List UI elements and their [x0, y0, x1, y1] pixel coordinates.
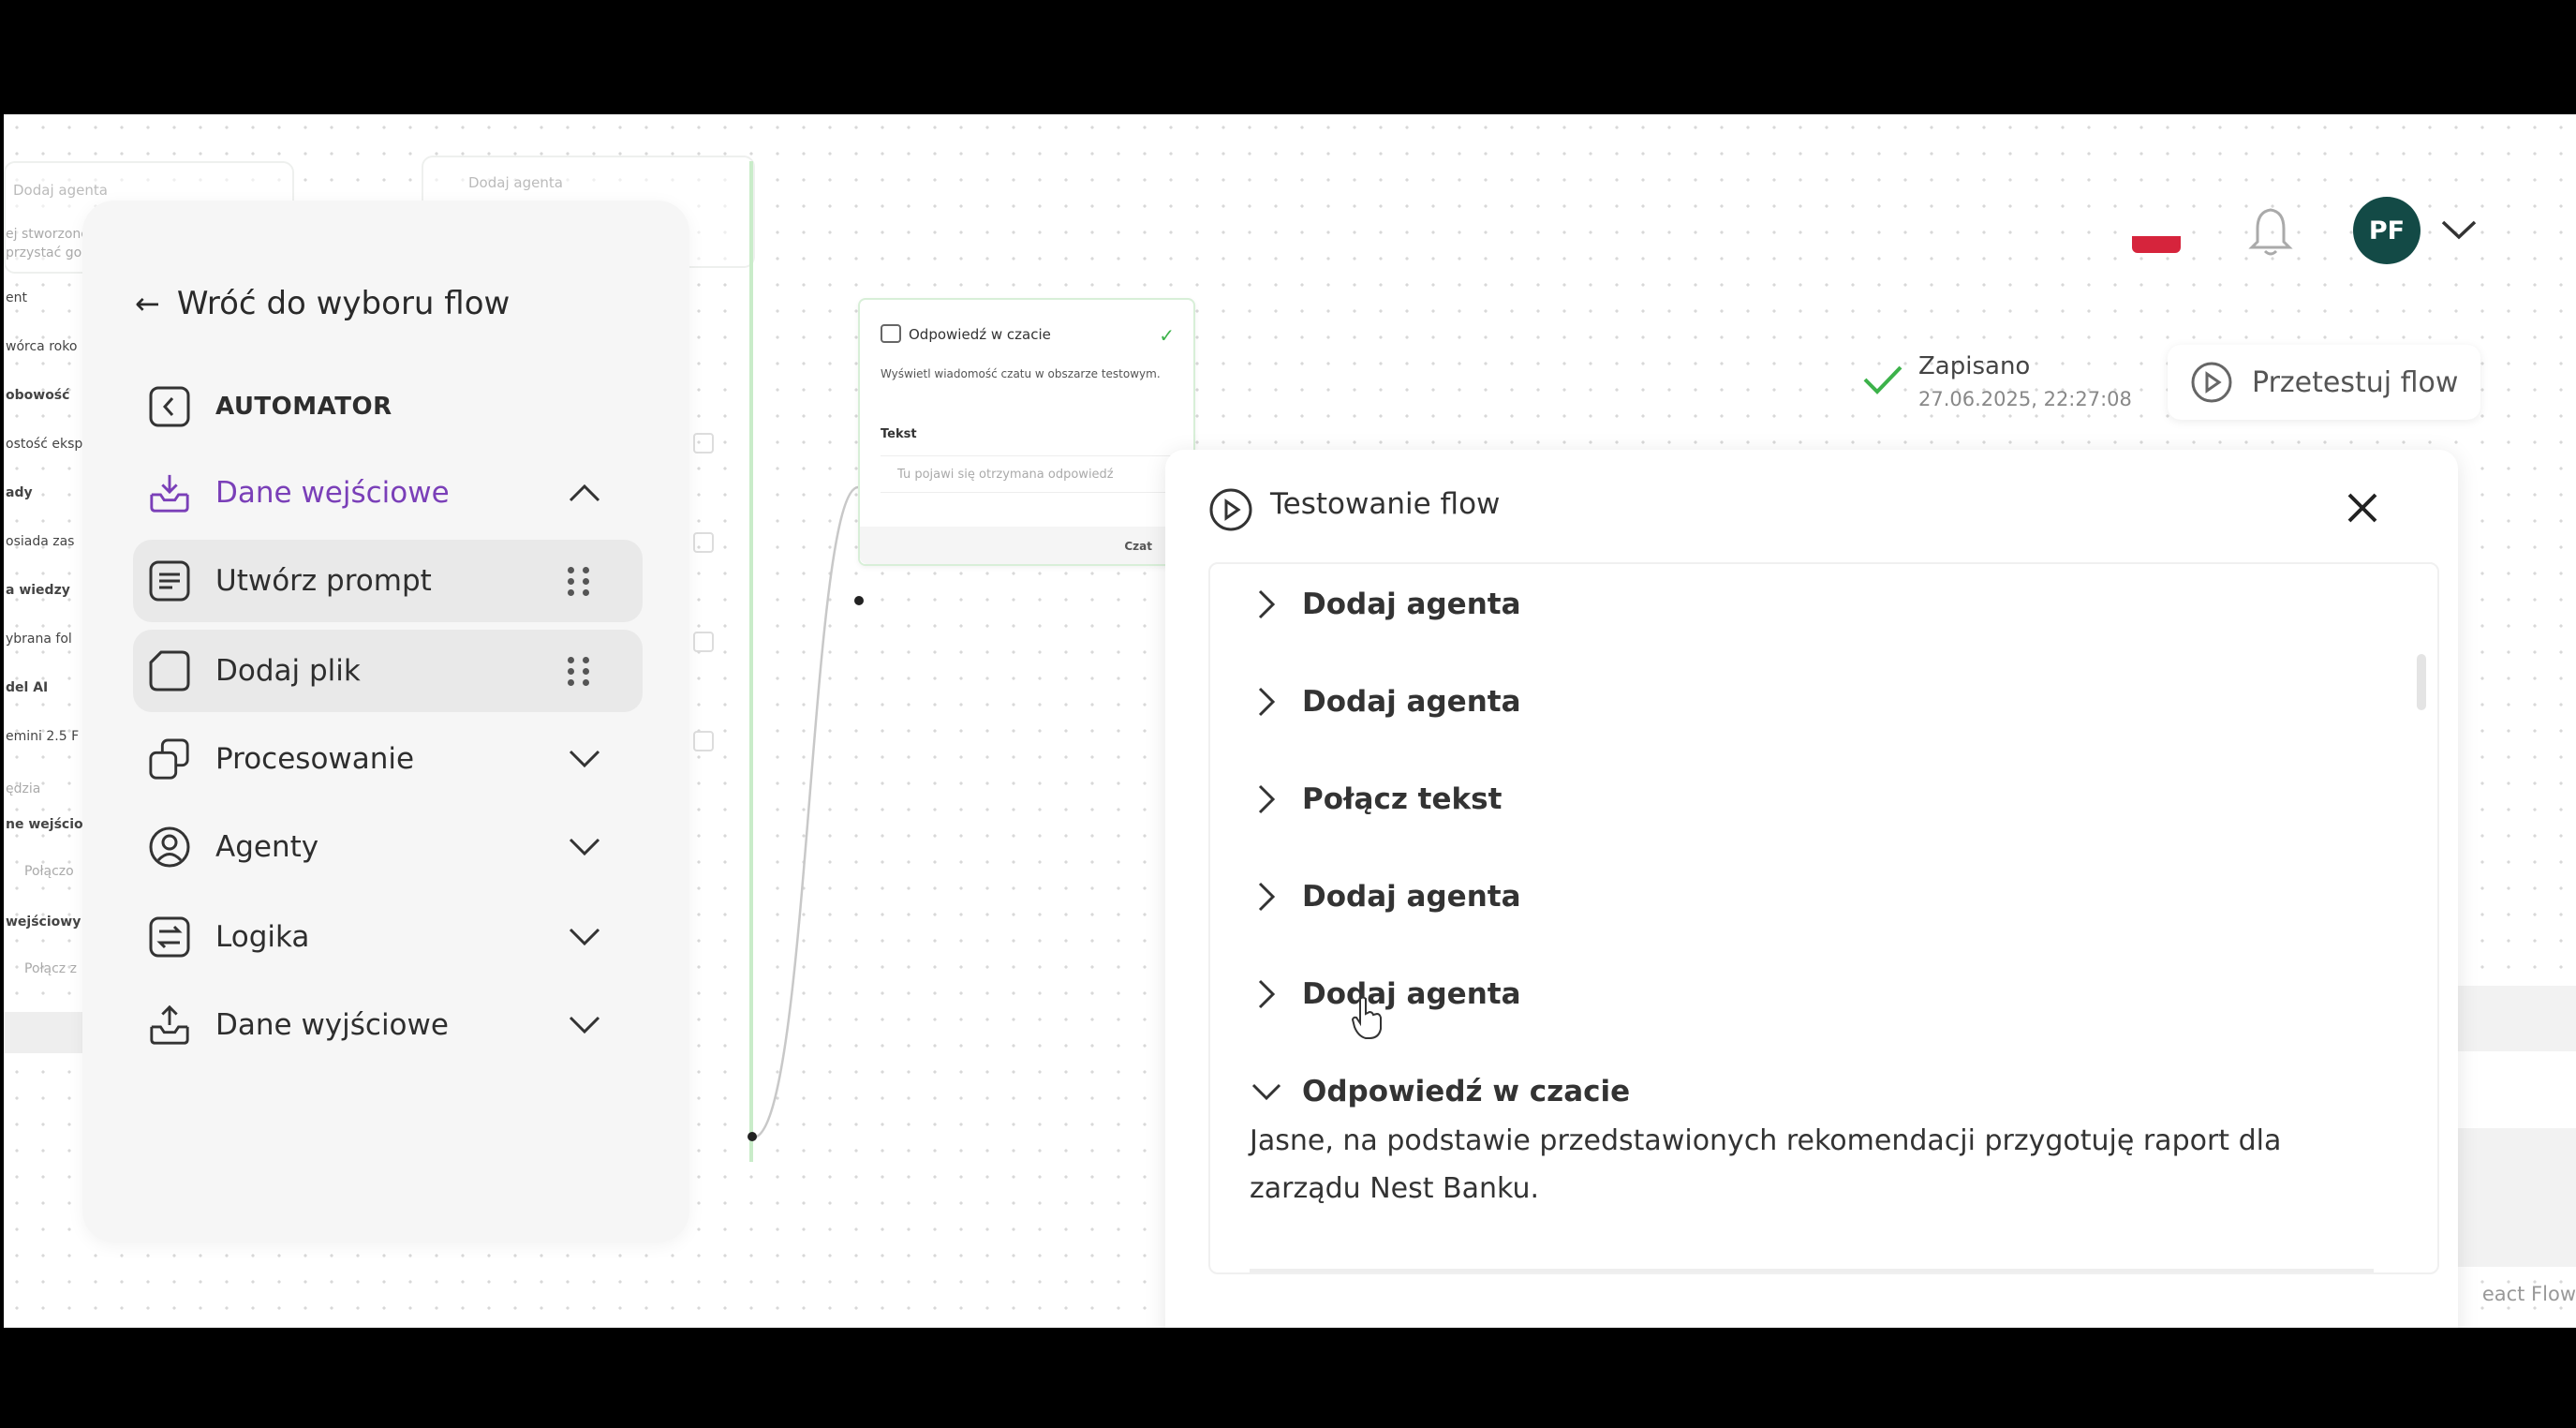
save-status-label: Zapisano	[1918, 352, 2031, 380]
node-output-field: Tu pojawi się otrzymana odpowiedź	[881, 455, 1177, 493]
step-label: Dodaj agenta	[1302, 977, 1521, 1011]
chevron-right-icon	[1248, 975, 1285, 1013]
step-label: Dodaj agenta	[1302, 685, 1521, 719]
file-icon	[148, 649, 191, 692]
divider	[1250, 1269, 2374, 1272]
play-circle-icon	[1209, 488, 1252, 531]
back-label: Wróć do wyboru flow	[176, 285, 511, 322]
play-circle-icon	[2191, 362, 2232, 403]
chevron-down-icon[interactable]	[2437, 208, 2480, 251]
inbox-download-icon	[148, 471, 191, 514]
sidebar-item-processing[interactable]: Procesowanie	[133, 718, 643, 800]
step-label: Połącz tekst	[1302, 782, 1503, 816]
drag-handle-icon[interactable]	[568, 562, 596, 600]
check-icon: ✓	[1159, 324, 1175, 347]
node-description: Wyświetl wiadomość czatu w obszarze test…	[881, 367, 1161, 380]
step-label: Dodaj agenta	[1302, 588, 1521, 621]
sidebar-item-add-file[interactable]: Dodaj plik	[133, 630, 643, 712]
flag-icon[interactable]	[2132, 219, 2181, 253]
chevron-down-icon[interactable]	[564, 916, 605, 958]
step-accordion[interactable]: Dodaj agenta	[1210, 864, 2391, 930]
chevron-right-icon	[1248, 683, 1285, 721]
node-field-label: Tekst	[881, 427, 917, 441]
chevron-down-icon	[1248, 1073, 1285, 1110]
sidebar-item-output-data[interactable]: Dane wyjściowe	[133, 984, 643, 1066]
automator-icon	[148, 385, 191, 428]
chevron-right-icon	[1248, 781, 1285, 818]
sidebar-item-label: Dodaj plik	[215, 654, 361, 688]
sidebar-item-label: AUTOMATOR	[215, 393, 392, 421]
chevron-right-icon	[1248, 878, 1285, 915]
back-to-flow-selection[interactable]: ← Wróć do wyboru flow	[135, 285, 510, 322]
chevron-right-icon	[1248, 586, 1285, 623]
sidebar-item-input-data[interactable]: Dane wejściowe	[133, 452, 643, 534]
avatar[interactable]: PF	[2353, 197, 2421, 264]
step-accordion[interactable]: Dodaj agenta	[1210, 961, 2391, 1027]
node-title: Odpowiedź w czacie	[909, 326, 1051, 343]
logic-icon	[148, 915, 191, 959]
test-steps-list: Dodaj agenta Dodaj agenta Połącz tekst D…	[1208, 562, 2439, 1274]
hand-cursor-icon	[1351, 996, 1382, 1039]
node-footer-label: Czat	[1124, 540, 1152, 553]
sidebar-item-label: Procesowanie	[215, 742, 415, 776]
bell-icon[interactable]	[2248, 206, 2293, 259]
chat-response-text: Jasne, na podstawie przedstawionych reko…	[1250, 1124, 2282, 1205]
edge-handle[interactable]	[748, 1132, 757, 1141]
arrow-left-icon: ←	[135, 286, 160, 321]
sidebar-item-label: Agenty	[215, 830, 319, 864]
sidebar: ← Wróć do wyboru flow AUTOMATOR Dane wej…	[82, 201, 689, 1242]
sidebar-item-label: Dane wyjściowe	[215, 1008, 449, 1042]
step-label: Dodaj agenta	[1302, 880, 1521, 914]
processing-icon	[148, 737, 191, 781]
ghost-minimap-inner	[2458, 1051, 2576, 1128]
sidebar-item-label: Logika	[215, 920, 310, 954]
step-accordion[interactable]: Dodaj agenta	[1210, 572, 2391, 637]
testing-panel: Testowanie flow Dodaj agenta Dodaj agent…	[1165, 450, 2458, 1328]
step-label: Odpowiedź w czacie	[1302, 1075, 1631, 1108]
sidebar-item-label: Dane wejściowe	[215, 476, 450, 510]
sidebar-item-logic[interactable]: Logika	[133, 896, 643, 978]
scrollbar[interactable]	[2417, 654, 2426, 710]
inbox-upload-icon	[148, 1004, 191, 1047]
test-flow-button[interactable]: Przetestuj flow	[2168, 345, 2480, 420]
agent-icon	[148, 826, 191, 869]
step-accordion[interactable]: Połącz tekst	[1210, 766, 2391, 832]
drag-handle-icon[interactable]	[568, 652, 596, 690]
test-flow-label: Przetestuj flow	[2252, 365, 2459, 399]
step-accordion-expanded[interactable]: Odpowiedź w czacie	[1210, 1059, 2391, 1124]
sidebar-item-create-prompt[interactable]: Utwórz prompt	[133, 540, 643, 622]
chat-icon	[881, 324, 901, 343]
panel-title: Testowanie flow	[1270, 487, 1501, 521]
sidebar-item-agents[interactable]: Agenty	[133, 806, 643, 888]
react-flow-attribution[interactable]: eact Flow	[2482, 1283, 2576, 1305]
chat-response-node[interactable]: Odpowiedź w czacie ✓ Wyświetl wiadomość …	[858, 298, 1195, 566]
sidebar-item-label: Utwórz prompt	[215, 564, 432, 598]
chevron-down-icon[interactable]	[564, 1004, 605, 1046]
chevron-down-icon[interactable]	[564, 826, 605, 868]
chevron-down-icon[interactable]	[564, 738, 605, 780]
step-accordion[interactable]: Dodaj agenta	[1210, 669, 2391, 735]
app-screen: Dodaj agenta Dodaj agenta ej stworzone p…	[4, 114, 2576, 1328]
prompt-icon	[148, 559, 191, 602]
sidebar-item-automator[interactable]: AUTOMATOR	[133, 365, 643, 448]
chevron-up-icon[interactable]	[564, 472, 605, 513]
close-icon[interactable]	[2338, 483, 2387, 532]
save-timestamp: 27.06.2025, 22:27:08	[1918, 388, 2132, 410]
check-icon	[1863, 365, 1902, 394]
node-input-handle[interactable]	[854, 596, 864, 605]
